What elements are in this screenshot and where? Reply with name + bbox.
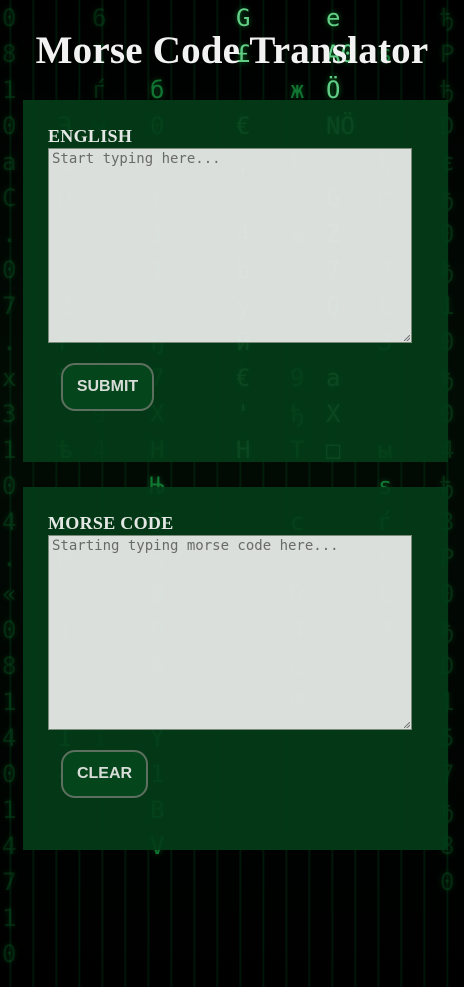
english-input[interactable] xyxy=(48,148,412,343)
submit-button[interactable]: SUBMIT xyxy=(61,363,154,411)
english-panel: ENGLISH SUBMIT xyxy=(23,100,448,462)
english-input-wrapper xyxy=(48,148,412,343)
morse-code-input[interactable] xyxy=(48,535,412,730)
clear-button[interactable]: CLEAR xyxy=(61,750,148,798)
morse-input-wrapper xyxy=(48,535,412,730)
morse-code-panel: MORSE CODE CLEAR xyxy=(23,487,448,850)
page-title: Morse Code Translator xyxy=(35,29,429,72)
morse-code-label: MORSE CODE xyxy=(48,513,174,533)
english-label: ENGLISH xyxy=(48,126,133,146)
matrix-glyph-column: 0 8 1 0 a C . 0 7 . x 3 1 0 4 . « 0 8 1 … xyxy=(2,4,17,968)
